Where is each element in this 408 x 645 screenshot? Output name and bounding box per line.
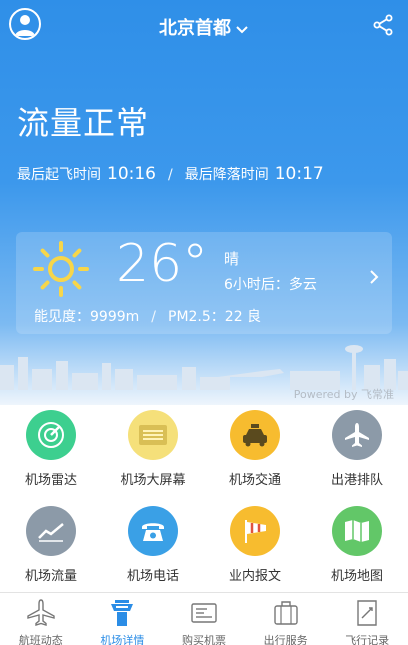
radar-icon [26,410,76,460]
last-times-row: 最后起飞时间 10:16 / 最后降落时间 10:17 [17,164,324,184]
last-landing-time: 10:17 [274,164,324,184]
tab-airport-details[interactable]: 机场详情 [82,593,164,645]
divider-slash: / [151,309,156,325]
grid-item-label: 机场流量 [24,569,77,584]
tab-label: 飞行记录 [345,634,390,645]
bottom-tab-bar: 航班动态 机场详情 购买机票 出行服务 飞行记录 [0,592,408,645]
weather-details-row: 能见度：9999m / PM2.5：22 良 [34,306,261,326]
grid-item-map[interactable]: 机场地图 [306,506,408,584]
taxi-icon [230,410,280,460]
grid-item-label: 机场雷达 [24,473,77,488]
windsock-icon [230,506,280,556]
tab-label: 航班动态 [18,634,63,645]
tab-buy-tickets[interactable]: 购买机票 [163,593,245,645]
grid-item-flow[interactable]: 机场流量 [0,506,102,584]
weather-condition: 晴 [224,250,240,268]
tab-flight-records[interactable]: 飞行记录 [326,593,408,645]
plane-icon [27,599,55,626]
share-icon[interactable] [372,14,394,36]
weather-card[interactable]: 26° 晴 6小时后：多云 能见度：9999m / PM2.5：22 良 [16,232,392,334]
pm25-value: PM2.5：22 良 [168,309,262,325]
airport-name: 北京首都 [159,18,231,39]
grid-item-industry-messages[interactable]: 业内报文 [204,506,306,584]
top-bar: 北京首都 [0,0,408,54]
chevron-down-icon [235,19,249,40]
powered-by-label: Powered by 飞常准 [293,388,394,401]
grid-item-label: 机场地图 [330,569,383,584]
tab-travel-services[interactable]: 出行服务 [245,593,327,645]
airport-selector[interactable]: 北京首都 [0,14,408,40]
tab-flight-status[interactable]: 航班动态 [0,593,82,645]
last-landing-label: 最后降落时间 [184,167,269,183]
grid-item-label: 机场大屏幕 [120,473,186,488]
suitcase-icon [273,601,298,625]
grid-item-label: 机场交通 [228,473,281,488]
tab-label: 出行服务 [263,634,308,645]
control-tower-icon [111,600,134,626]
grid-item-label: 机场电话 [126,569,179,584]
grid-item-label: 业内报文 [228,569,281,584]
grid-item-phone[interactable]: 机场电话 [102,506,204,584]
grid-item-radar[interactable]: 机场雷达 [0,410,102,488]
grid-item-departure-queue[interactable]: 出港排队 [306,410,408,488]
trend-chart-icon [26,506,76,556]
temperature: 26° [116,234,209,294]
tab-label: 购买机票 [181,634,226,645]
grid-item-display-board[interactable]: 机场大屏幕 [102,410,204,488]
divider-slash: / [168,167,173,183]
tab-label: 机场详情 [100,634,145,645]
sun-icon [32,240,90,298]
flow-status: 流量正常 [17,104,150,142]
chevron-right-icon [368,268,380,286]
grid-item-traffic[interactable]: 机场交通 [204,410,306,488]
airport-hero-panel: 北京首都 流量正常 最后起飞时间 10:16 / 最后降落时间 10:17 26° … [0,0,408,405]
map-icon [332,506,382,556]
visibility-value: 能见度：9999m [34,309,140,325]
feature-grid: 机场雷达 机场大屏幕 机场交通 出港排队 机场流量 机场电话 业内报文 机场地图 [0,410,408,590]
grid-item-label: 出港排队 [330,473,383,488]
airport-skyline-illustration [0,345,408,390]
weather-forecast: 6小时后：多云 [224,277,317,293]
ticket-icon [191,603,217,623]
display-board-icon [128,410,178,460]
plane-icon [332,410,382,460]
flight-record-icon [357,600,377,626]
last-takeoff-label: 最后起飞时间 [17,167,101,183]
phone-icon [128,506,178,556]
last-takeoff-time: 10:16 [107,164,156,184]
